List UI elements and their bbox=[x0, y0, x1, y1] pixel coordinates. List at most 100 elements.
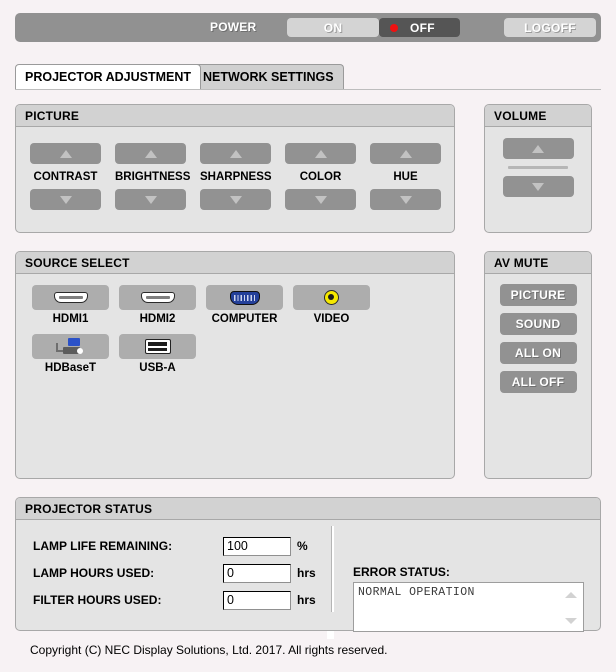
vga-connector-icon bbox=[229, 290, 260, 305]
power-bar: POWER ON OFF LOGOFF bbox=[15, 13, 601, 42]
projector-status-panel-title: PROJECTOR STATUS bbox=[16, 498, 600, 520]
projector-status-panel: PROJECTOR STATUS LAMP LIFE REMAINING: % … bbox=[15, 497, 601, 639]
source-button-video[interactable] bbox=[293, 285, 370, 310]
triangle-up-icon bbox=[532, 144, 544, 153]
av-mute-picture-button[interactable]: PICTURE bbox=[499, 284, 577, 306]
source-button-hdmi1[interactable] bbox=[32, 285, 109, 310]
source-select-panel-title: SOURCE SELECT bbox=[16, 252, 454, 274]
av-mute-panel-title: AV MUTE bbox=[485, 252, 591, 274]
color-up-button[interactable] bbox=[285, 143, 356, 164]
hue-up-button[interactable] bbox=[370, 143, 441, 164]
chevron-down-icon[interactable] bbox=[565, 618, 577, 624]
error-status-label: ERROR STATUS: bbox=[353, 565, 450, 579]
hdmi-connector-icon bbox=[140, 292, 175, 303]
picture-label-row: CONTRAST BRIGHTNESS SHARPNESS COLOR HUE bbox=[30, 171, 441, 183]
filter-hours-used-field[interactable] bbox=[223, 590, 291, 610]
triangle-down-icon bbox=[314, 195, 327, 204]
picture-panel-title: PICTURE bbox=[16, 105, 454, 127]
source-item-hdmi1: HDMI1 bbox=[32, 285, 117, 325]
projector-status-body: LAMP LIFE REMAINING: % LAMP HOURS USED: … bbox=[16, 520, 600, 639]
hdmi-connector-icon bbox=[53, 292, 88, 303]
brightness-up-button[interactable] bbox=[115, 143, 186, 164]
source-item-video: VIDEO bbox=[293, 285, 378, 325]
source-label-video: VIDEO bbox=[313, 313, 350, 325]
av-mute-all-off-button[interactable]: ALL OFF bbox=[499, 371, 577, 393]
power-off-label: OFF bbox=[410, 20, 435, 35]
source-select-panel: SOURCE SELECT HDMI1 HDMI2 COMPUTER VIDEO… bbox=[15, 251, 455, 479]
contrast-up-button[interactable] bbox=[30, 143, 101, 164]
status-unit-lamp-hours: hrs bbox=[297, 566, 316, 580]
color-down-button[interactable] bbox=[285, 189, 356, 210]
triangle-down-icon bbox=[399, 195, 412, 204]
picture-label-color: COLOR bbox=[299, 171, 342, 183]
source-select-grid: HDMI1 HDMI2 COMPUTER VIDEO HDBaseT USB-A bbox=[32, 285, 442, 383]
power-on-button[interactable]: ON bbox=[287, 18, 379, 37]
volume-divider bbox=[508, 166, 568, 169]
av-mute-panel: AV MUTE PICTURE SOUND ALL ON ALL OFF bbox=[484, 251, 592, 479]
triangle-down-icon bbox=[532, 182, 544, 191]
volume-up-button[interactable] bbox=[502, 138, 574, 159]
picture-panel: PICTURE CONTRAST BRIGHTNESS SHARPNESS CO… bbox=[15, 104, 455, 233]
picture-label-contrast: CONTRAST bbox=[33, 171, 98, 183]
hue-down-button[interactable] bbox=[370, 189, 441, 210]
sharpness-up-button[interactable] bbox=[200, 143, 271, 164]
usb-port-icon bbox=[144, 339, 171, 354]
source-label-hdbaset: HDBaseT bbox=[44, 362, 97, 374]
triangle-down-icon bbox=[229, 195, 242, 204]
source-label-computer: COMPUTER bbox=[211, 313, 278, 325]
tab-bar: PROJECTOR ADJUSTMENT NETWORK SETTINGS bbox=[15, 64, 601, 90]
picture-down-button-row bbox=[30, 189, 441, 210]
status-unit-filter-hours: hrs bbox=[297, 593, 316, 607]
hdbaset-network-icon bbox=[52, 338, 90, 355]
tab-underline bbox=[15, 89, 601, 90]
status-divider-tick bbox=[327, 631, 334, 639]
source-button-usb-a[interactable] bbox=[119, 334, 196, 359]
status-label-lamp-life: LAMP LIFE REMAINING: bbox=[33, 539, 173, 553]
source-label-hdmi1: HDMI1 bbox=[52, 313, 89, 325]
status-label-filter-hours: FILTER HOURS USED: bbox=[33, 593, 162, 607]
source-button-hdbaset[interactable] bbox=[32, 334, 109, 359]
av-mute-all-on-button[interactable]: ALL ON bbox=[499, 342, 577, 364]
power-off-button[interactable]: OFF bbox=[379, 18, 460, 37]
volume-panel: VOLUME bbox=[484, 104, 592, 233]
lamp-hours-used-field[interactable] bbox=[223, 563, 291, 583]
triangle-up-icon bbox=[144, 149, 157, 158]
error-status-text: NORMAL OPERATION bbox=[358, 586, 475, 599]
triangle-up-icon bbox=[59, 149, 72, 158]
rca-video-jack-icon bbox=[324, 290, 339, 305]
contrast-down-button[interactable] bbox=[30, 189, 101, 210]
status-unit-lamp-life: % bbox=[297, 539, 308, 553]
picture-label-hue: HUE bbox=[393, 171, 418, 183]
tab-projector-adjustment[interactable]: PROJECTOR ADJUSTMENT bbox=[15, 64, 201, 89]
source-item-hdbaset: HDBaseT bbox=[32, 334, 117, 374]
brightness-down-button[interactable] bbox=[115, 189, 186, 210]
av-mute-buttons: PICTURE SOUND ALL ON ALL OFF bbox=[485, 284, 591, 393]
status-row-lamp-life: LAMP LIFE REMAINING: % bbox=[33, 535, 308, 557]
status-label-lamp-hours: LAMP HOURS USED: bbox=[33, 566, 155, 580]
status-row-filter-hours: FILTER HOURS USED: hrs bbox=[33, 589, 316, 611]
source-label-usb-a: USB-A bbox=[139, 362, 176, 374]
power-off-led-icon bbox=[390, 24, 398, 32]
source-label-hdmi2: HDMI2 bbox=[139, 313, 176, 325]
logoff-button[interactable]: LOGOFF bbox=[504, 18, 596, 37]
error-status-scrollbar[interactable] bbox=[564, 592, 578, 624]
chevron-up-icon[interactable] bbox=[565, 592, 577, 598]
triangle-down-icon bbox=[144, 195, 157, 204]
picture-label-brightness: BRIGHTNESS bbox=[115, 171, 191, 183]
av-mute-sound-button[interactable]: SOUND bbox=[499, 313, 577, 335]
volume-controls bbox=[485, 138, 591, 197]
power-label: POWER bbox=[210, 20, 257, 34]
footer-copyright: Copyright (C) NEC Display Solutions, Ltd… bbox=[30, 643, 388, 657]
volume-panel-title: VOLUME bbox=[485, 105, 591, 127]
error-status-box[interactable]: NORMAL OPERATION bbox=[353, 582, 584, 632]
sharpness-down-button[interactable] bbox=[200, 189, 271, 210]
triangle-down-icon bbox=[59, 195, 72, 204]
source-button-hdmi2[interactable] bbox=[119, 285, 196, 310]
tab-network-settings[interactable]: NETWORK SETTINGS bbox=[193, 64, 344, 89]
volume-down-button[interactable] bbox=[502, 176, 574, 197]
status-row-lamp-hours: LAMP HOURS USED: hrs bbox=[33, 562, 316, 584]
source-button-computer[interactable] bbox=[206, 285, 283, 310]
lamp-life-remaining-field[interactable] bbox=[223, 536, 291, 556]
triangle-up-icon bbox=[229, 149, 242, 158]
triangle-up-icon bbox=[399, 149, 412, 158]
